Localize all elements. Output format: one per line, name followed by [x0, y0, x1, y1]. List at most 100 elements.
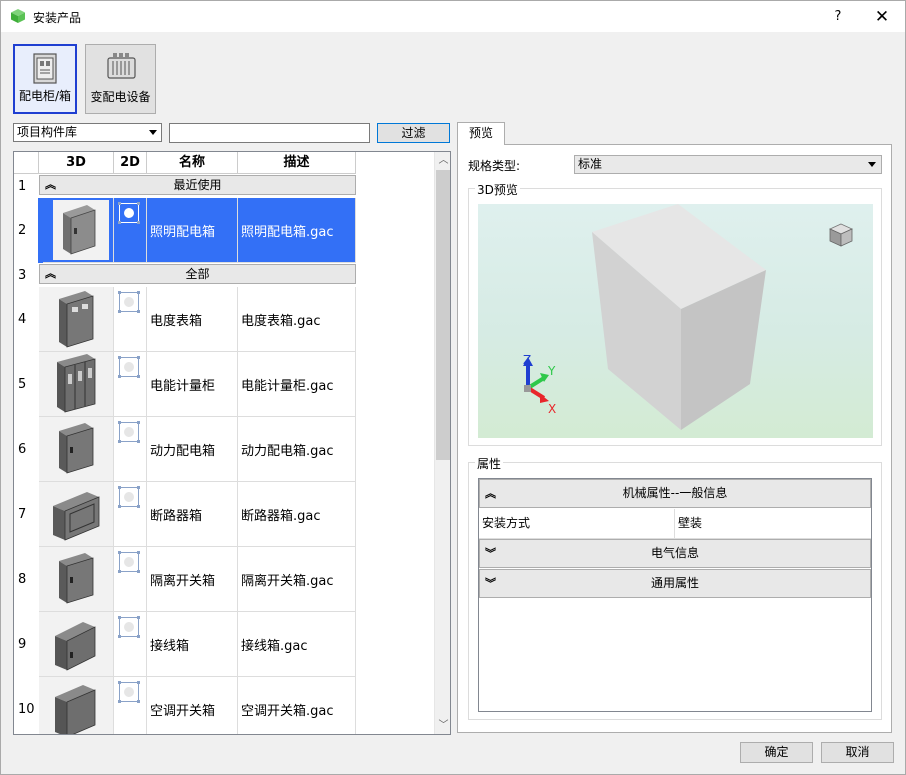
preview-3d-viewport[interactable]: Z Y X [478, 204, 873, 438]
group-recent-toggle[interactable]: ︽ 最近使用 [39, 175, 356, 195]
tab-preview[interactable]: 预览 [457, 122, 505, 145]
table-row[interactable]: 2 照明配电箱 照明配电箱.gac [14, 198, 434, 263]
row-number: 8 [18, 572, 27, 587]
general-section-toggle[interactable]: ︾ 通用属性 [479, 569, 871, 598]
axis-z-label: Z [523, 354, 531, 367]
table-row[interactable]: 5 电能计量柜 电能计量柜.gac [14, 352, 434, 417]
install-product-dialog: 安装产品 ? ✕ 配电柜/箱 变配电设备 项目构件库 过滤 3D 2D 名称 描… [0, 0, 906, 775]
column-header-3d[interactable]: 3D [39, 152, 114, 174]
window-title: 安装产品 [33, 11, 82, 25]
list-scrollbar[interactable]: ︿ ﹀ [434, 152, 450, 734]
cell-desc: 断路器箱.gac [238, 482, 356, 547]
row-number: 3 [18, 268, 27, 283]
scrollbar-thumb[interactable] [436, 170, 450, 460]
power-box-3d-icon [59, 423, 94, 474]
thumb-2d-cell [114, 482, 147, 547]
meter-box-3d-icon [59, 291, 94, 348]
cell-name: 照明配电箱 [147, 198, 238, 263]
symbol-2d-icon [118, 356, 140, 378]
axis-y-label: Y [547, 364, 556, 378]
row-number: 2 [18, 223, 27, 238]
row-number: 6 [18, 442, 27, 457]
title-bar: 安装产品 ? ✕ [1, 1, 905, 32]
group-label: 全部 [185, 267, 210, 281]
group-all-toggle[interactable]: ︽ 全部 [39, 264, 356, 284]
thumb-2d-cell [114, 547, 147, 612]
spec-type-select[interactable]: 标准 [574, 155, 882, 174]
scroll-down-icon[interactable]: ﹀ [435, 717, 450, 734]
table-row: 3 ︽ 全部 [14, 263, 434, 287]
cell-desc: 电能计量柜.gac [238, 352, 356, 417]
metering-cabinet-3d-icon [57, 354, 96, 413]
property-key: 安装方式 [479, 509, 675, 538]
chevron-down-double-icon: ︾ [485, 547, 496, 560]
row-number: 9 [18, 637, 27, 652]
thumb-3d-cell [39, 677, 114, 734]
cell-desc: 隔离开关箱.gac [238, 547, 356, 612]
cell-name: 空调开关箱 [147, 677, 238, 734]
close-button[interactable]: ✕ [867, 5, 897, 29]
electrical-section-toggle[interactable]: ︾ 电气信息 [479, 539, 871, 568]
properties-title: 属性 [475, 455, 504, 472]
chevron-down-icon [868, 162, 876, 167]
filter-button[interactable]: 过滤 [377, 123, 450, 143]
help-button[interactable]: ? [823, 5, 853, 29]
property-row-mount[interactable]: 安装方式 壁装 [479, 509, 871, 539]
chevron-up-double-icon: ︽ [45, 178, 56, 191]
table-row[interactable]: 9 接线箱 接线箱.gac [14, 612, 434, 677]
cell-desc: 动力配电箱.gac [238, 417, 356, 482]
cell-name: 电度表箱 [147, 287, 238, 352]
symbol-2d-icon [118, 616, 140, 638]
thumb-2d-cell [114, 417, 147, 482]
row-number: 10 [18, 702, 35, 717]
cell-name: 电能计量柜 [147, 352, 238, 417]
ac-switch-box-3d-icon [55, 685, 96, 734]
cabinet-3d-icon [53, 200, 109, 260]
property-value[interactable]: 壁装 [678, 509, 702, 538]
thumb-3d-cell [39, 352, 114, 417]
symbol-2d-icon [118, 202, 140, 224]
table-row[interactable]: 6 动力配电箱 动力配电箱.gac [14, 417, 434, 482]
row-number: 5 [18, 377, 27, 392]
section-label: 机械属性--一般信息 [622, 486, 728, 500]
cell-name: 动力配电箱 [147, 417, 238, 482]
thumb-2d-cell [114, 287, 147, 352]
table-row[interactable]: 7 断路器箱 断路器箱.gac [14, 482, 434, 547]
cell-name: 隔离开关箱 [147, 547, 238, 612]
scroll-up-icon[interactable]: ︿ [435, 152, 450, 169]
category-transformer-button[interactable]: 变配电设备 [85, 44, 156, 114]
cell-name: 接线箱 [147, 612, 238, 677]
category-label: 变配电设备 [90, 90, 151, 104]
column-header-desc[interactable]: 描述 [238, 152, 356, 174]
section-label: 通用属性 [650, 576, 699, 590]
junction-box-3d-icon [55, 622, 96, 671]
spec-type-value: 标准 [578, 157, 603, 171]
thumb-3d-cell [39, 417, 114, 482]
mechanical-section-toggle[interactable]: ︽ 机械属性--一般信息 [479, 479, 871, 508]
table-row: 1 ︽ 最近使用 [14, 174, 434, 198]
cancel-button[interactable]: 取消 [821, 742, 894, 763]
cell-desc: 电度表箱.gac [238, 287, 356, 352]
table-row[interactable]: 8 隔离开关箱 隔离开关箱.gac [14, 547, 434, 612]
cell-desc: 照明配电箱.gac [238, 198, 356, 263]
table-row[interactable]: 10 空调开关箱 空调开关箱.gac [14, 677, 434, 734]
breaker-box-3d-icon [53, 492, 100, 541]
ok-button[interactable]: 确定 [740, 742, 813, 763]
cell-desc: 空调开关箱.gac [238, 677, 356, 734]
chevron-down-double-icon: ︾ [485, 577, 496, 590]
category-label: 配电柜/箱 [18, 89, 72, 103]
filter-input[interactable] [169, 123, 370, 143]
cell-name: 断路器箱 [147, 482, 238, 547]
preview-3d-title: 3D预览 [475, 181, 520, 198]
column-header-name[interactable]: 名称 [147, 152, 238, 174]
chevron-up-double-icon: ︽ [45, 267, 56, 280]
column-header-2d[interactable]: 2D [114, 152, 147, 174]
chevron-up-double-icon: ︽ [485, 487, 496, 500]
cell-desc: 接线箱.gac [238, 612, 356, 677]
table-row[interactable]: 4 电度表箱 电度表箱.gac [14, 287, 434, 352]
view-cube-icon[interactable] [828, 222, 854, 248]
symbol-2d-icon [118, 681, 140, 703]
preview-3d-group: 3D预览 Z Y X [468, 181, 882, 446]
library-select[interactable]: 项目构件库 [13, 123, 162, 142]
category-distribution-box-button[interactable]: 配电柜/箱 [13, 44, 77, 114]
